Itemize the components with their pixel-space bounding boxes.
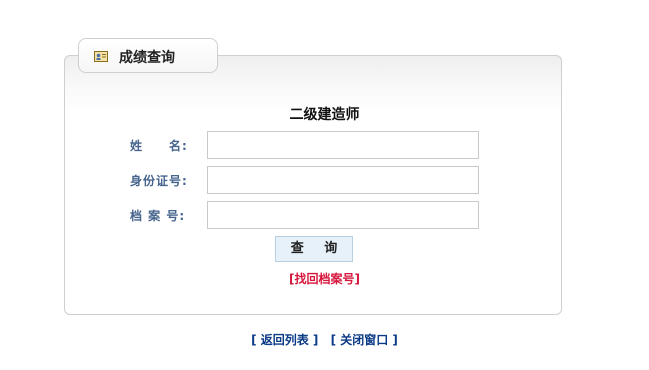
name-row: 姓 名: [0, 131, 649, 159]
file-number-label: 档 案 号: [130, 209, 186, 223]
id-number-input[interactable] [207, 166, 479, 194]
id-number-label: 身份证号: [130, 174, 188, 188]
back-to-list-link[interactable]: [ 返回列表 ] [251, 333, 318, 347]
tab-title: 成绩查询 [119, 50, 175, 66]
id-row: 身份证号: [0, 166, 649, 194]
panel-tab: 成绩查询 [78, 38, 218, 73]
id-card-icon [94, 48, 108, 62]
bottom-links: [ 返回列表 ] [ 关闭窗口 ] [0, 331, 649, 348]
query-button[interactable]: 查 询 [275, 236, 353, 262]
retrieve-file-number-link[interactable]: [找回档案号] [0, 270, 649, 287]
exam-title: 二级建造师 [289, 107, 360, 123]
close-window-link[interactable]: [ 关闭窗口 ] [331, 333, 398, 347]
name-label: 姓 名: [130, 139, 188, 153]
name-input[interactable] [207, 131, 479, 159]
file-number-input[interactable] [207, 201, 479, 229]
file-row: 档 案 号: [0, 201, 649, 229]
